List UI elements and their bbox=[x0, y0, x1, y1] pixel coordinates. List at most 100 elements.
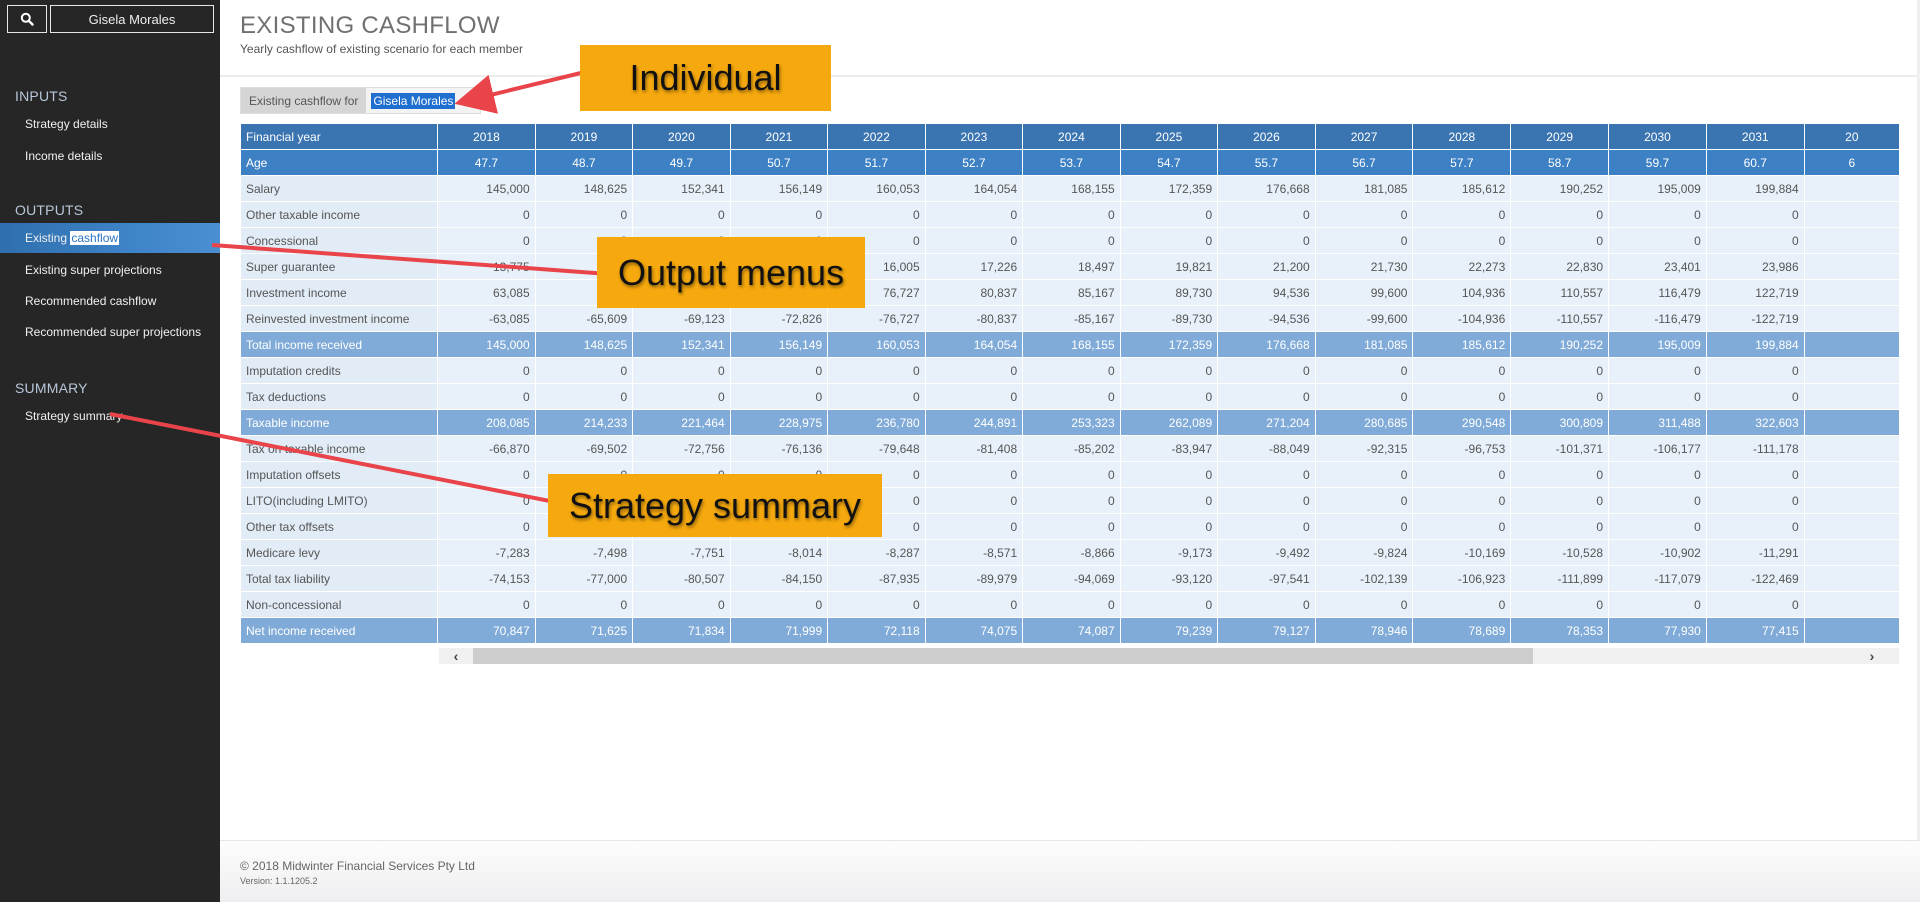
row-label: Reinvested investment income bbox=[240, 305, 439, 332]
table-cell: 0 bbox=[1119, 461, 1219, 488]
header-row-age: Age 47.7 48.7 49.7 50.7 51.7 52.7 53.7 54.7 55.7 5… bbox=[240, 149, 1900, 176]
section-title-inputs: INPUTS bbox=[15, 88, 68, 104]
table-cell: 0 bbox=[1314, 357, 1414, 384]
table-cell: -65,609 bbox=[534, 305, 634, 332]
table-cell: 55.7 bbox=[1217, 149, 1316, 176]
table-cell: -76,727 bbox=[827, 305, 926, 332]
table-cell: 0 bbox=[437, 487, 536, 514]
sidebar-item-recommended-cashflow[interactable]: Recommended cashflow bbox=[0, 286, 220, 316]
sidebar-item-existing-cashflow[interactable]: Existing cashflow bbox=[0, 223, 220, 253]
table-cell: 0 bbox=[1022, 357, 1121, 384]
sidebar-item-strategy-summary[interactable]: Strategy summary bbox=[0, 401, 220, 431]
table-total-row: Taxable income 208,085 214,233 221,464 228,9… bbox=[240, 409, 1900, 436]
table-cell: 0 bbox=[1119, 487, 1219, 514]
table-cell: 54.7 bbox=[1119, 149, 1219, 176]
table-cell: 271,204 bbox=[1217, 409, 1316, 436]
header-row-financial-year: Financial year 2018 2019 2020 2021 2022 2023 20… bbox=[240, 123, 1900, 150]
table-cell: 168,155 bbox=[1022, 331, 1121, 358]
table-cell: 48.7 bbox=[534, 149, 634, 176]
table-cell: 77,415 bbox=[1705, 617, 1805, 643]
table-cell: -116,479 bbox=[1608, 305, 1707, 332]
table-cell: 116,479 bbox=[1608, 279, 1707, 306]
table-cell: 60.7 bbox=[1705, 149, 1805, 176]
table-cell bbox=[1803, 175, 1900, 202]
table-cell: 78,353 bbox=[1510, 617, 1610, 643]
table-cell: 85,167 bbox=[1022, 279, 1121, 306]
table-cell bbox=[1803, 357, 1900, 384]
table-cell: 152,341 bbox=[632, 331, 731, 358]
table-cell: -87,935 bbox=[827, 565, 926, 592]
table-cell: -76,136 bbox=[729, 435, 829, 462]
sidebar-item-recommended-super-projections[interactable]: Recommended super projections bbox=[0, 317, 220, 347]
table-cell: -7,751 bbox=[632, 539, 731, 566]
table-cell: 176,668 bbox=[1217, 175, 1316, 202]
table-cell: 0 bbox=[1314, 461, 1414, 488]
chevron-left-icon[interactable]: ‹ bbox=[439, 648, 473, 664]
table-total-row: Total income received 145,000 148,625 152,3… bbox=[240, 331, 1900, 358]
table-cell: 0 bbox=[1510, 513, 1610, 540]
table-cell: -77,000 bbox=[534, 565, 634, 592]
table-cell: -80,507 bbox=[632, 565, 731, 592]
table-cell: 22,273 bbox=[1412, 253, 1512, 280]
table-cell: 0 bbox=[924, 201, 1024, 228]
row-label: Tax on taxable income bbox=[240, 435, 439, 462]
table-cell: 0 bbox=[1412, 591, 1512, 618]
table-cell: 0 bbox=[1119, 357, 1219, 384]
table-cell: 0 bbox=[1022, 513, 1121, 540]
table-cell: 21,200 bbox=[1217, 253, 1316, 280]
table-cell: -104,936 bbox=[1412, 305, 1512, 332]
chevron-right-icon[interactable]: › bbox=[1855, 648, 1889, 664]
table-cell: 0 bbox=[437, 227, 536, 254]
sidebar-item-income-details[interactable]: Income details bbox=[0, 141, 220, 171]
table-cell: 71,834 bbox=[632, 617, 731, 643]
sidebar-item-existing-super-projections[interactable]: Existing super projections bbox=[0, 255, 220, 285]
table-cell: 181,085 bbox=[1314, 331, 1414, 358]
table-cell: 2026 bbox=[1217, 123, 1316, 150]
member-dropdown[interactable]: Gisela Morales ▼ bbox=[366, 88, 481, 113]
table-cell: 199,884 bbox=[1705, 331, 1805, 358]
table-row: Tax deductions 0 0 0 0 0 0 0 0 0 0 0 0 0 0 bbox=[240, 383, 1900, 410]
table-cell: 228,975 bbox=[729, 409, 829, 436]
table-cell: 47.7 bbox=[437, 149, 536, 176]
table-cell: 0 bbox=[1510, 591, 1610, 618]
table-cell: 0 bbox=[1119, 227, 1219, 254]
table-cell: 0 bbox=[1608, 591, 1707, 618]
table-cell: 0 bbox=[1510, 227, 1610, 254]
client-name-button[interactable]: Gisela Morales bbox=[50, 5, 214, 33]
table-cell: -74,153 bbox=[437, 565, 536, 592]
table-cell: 2018 bbox=[437, 123, 536, 150]
table-cell: 18,497 bbox=[1022, 253, 1121, 280]
table-cell: -9,173 bbox=[1119, 539, 1219, 566]
table-cell: 0 bbox=[1217, 461, 1316, 488]
table-cell bbox=[1803, 201, 1900, 228]
table-cell bbox=[1803, 383, 1900, 410]
sidebar-item-strategy-details[interactable]: Strategy details bbox=[0, 109, 220, 139]
table-cell: 6 bbox=[1803, 149, 1900, 176]
table-cell bbox=[1803, 331, 1900, 358]
table-cell: 80,837 bbox=[924, 279, 1024, 306]
table-cell: -66,870 bbox=[437, 435, 536, 462]
table-cell: 0 bbox=[1412, 201, 1512, 228]
sidebar-item-label: Recommended cashflow bbox=[25, 294, 157, 308]
table-cell: 19,821 bbox=[1119, 253, 1219, 280]
table-cell: 52.7 bbox=[924, 149, 1024, 176]
section-title-outputs: OUTPUTS bbox=[15, 202, 84, 218]
scrollbar-thumb[interactable] bbox=[473, 648, 1533, 664]
table-cell: 176,668 bbox=[1217, 331, 1316, 358]
table-cell: 2025 bbox=[1119, 123, 1219, 150]
table-row: Reinvested investment income -63,085 -65,6… bbox=[240, 305, 1900, 332]
member-selector: Existing cashflow for Gisela Morales ▼ bbox=[240, 87, 482, 114]
table-cell: 172,359 bbox=[1119, 331, 1219, 358]
table-row: Other taxable income 0 0 0 0 0 0 0 0 0 0 0 0 0 0 bbox=[240, 201, 1900, 228]
table-cell: 78,946 bbox=[1314, 617, 1414, 643]
search-button[interactable] bbox=[7, 5, 47, 33]
table-cell: -97,541 bbox=[1217, 565, 1316, 592]
table-cell: 185,612 bbox=[1412, 331, 1512, 358]
horizontal-scrollbar[interactable]: ‹ › bbox=[439, 648, 1899, 664]
row-label: Age bbox=[240, 149, 439, 176]
table-cell: 0 bbox=[1705, 513, 1805, 540]
table-cell: -85,167 bbox=[1022, 305, 1121, 332]
table-cell: 0 bbox=[534, 383, 634, 410]
table-cell: 2029 bbox=[1510, 123, 1610, 150]
row-label: Imputation offsets bbox=[240, 461, 439, 488]
